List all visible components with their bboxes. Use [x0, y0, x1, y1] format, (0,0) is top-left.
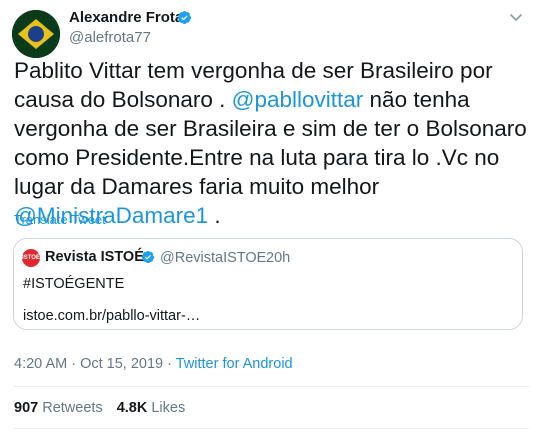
- likes-stat[interactable]: 4.8K Likes: [117, 400, 186, 416]
- likes-label: Likes: [151, 400, 186, 416]
- chevron-down-icon[interactable]: [508, 9, 524, 25]
- verified-badge-icon: [141, 250, 155, 264]
- quoted-author-name: Revista ISTOÉ: [45, 249, 144, 265]
- retweets-count: 907: [14, 400, 39, 416]
- translate-tweet-link[interactable]: Translate Tweet: [14, 212, 106, 227]
- divider: [14, 428, 529, 429]
- meta-separator: ·: [67, 356, 81, 372]
- tweet-date[interactable]: Oct 15, 2019: [80, 356, 163, 372]
- divider: [14, 386, 529, 387]
- quoted-author-handle: @RevistaISTOE: [160, 250, 267, 266]
- tweet-meta: 4:20 AM · Oct 15, 2019 · Twitter for And…: [14, 356, 293, 372]
- verified-badge-icon: [177, 10, 192, 25]
- tweet-text-segment: .: [208, 203, 221, 228]
- meta-separator: ·: [163, 356, 176, 372]
- retweets-stat[interactable]: 907 Retweets: [14, 400, 103, 416]
- author-name[interactable]: Alexandre Frota: [69, 9, 183, 26]
- quoted-tweet-text: #ISTOÉGENTE: [23, 276, 125, 292]
- quoted-avatar: ISTOÉ: [22, 249, 40, 267]
- tweet-source-link[interactable]: Twitter for Android: [176, 356, 293, 372]
- author-handle[interactable]: @alefrota77: [69, 29, 151, 46]
- mention-link[interactable]: @pabllovittar: [232, 87, 364, 112]
- likes-count: 4.8K: [116, 400, 148, 416]
- avatar[interactable]: [12, 10, 60, 58]
- tweet-text: Pablito Vittar tem vergonha de ser Brasi…: [14, 56, 529, 230]
- retweets-label: Retweets: [42, 400, 103, 416]
- tweet-stats: 907 Retweets 4.8K Likes: [14, 400, 185, 416]
- avatar-image: [12, 10, 60, 58]
- quoted-tweet-link: istoe.com.br/pabllo-vittar-…: [23, 308, 201, 324]
- quoted-separator: ·: [256, 250, 261, 266]
- quoted-timestamp: 20h: [266, 250, 291, 266]
- tweet-time[interactable]: 4:20 AM: [14, 356, 67, 372]
